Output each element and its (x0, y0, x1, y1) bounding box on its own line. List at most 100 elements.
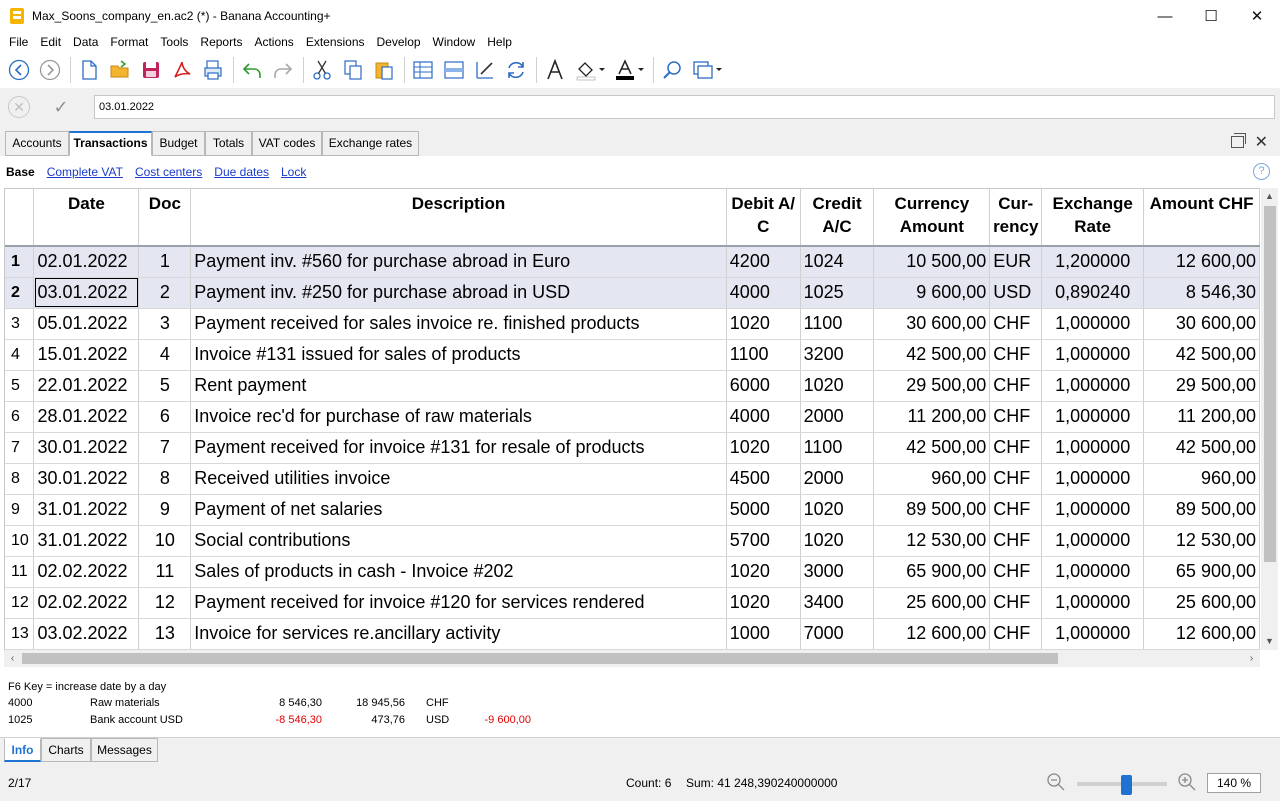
credit-account-cell[interactable]: 1020 (800, 494, 875, 526)
exchange-rate-cell[interactable]: 1,000000 (1041, 463, 1145, 495)
debit-account-cell[interactable]: 6000 (726, 370, 801, 402)
description-cell[interactable]: Social contributions (190, 525, 727, 557)
credit-account-cell[interactable]: 3000 (800, 556, 875, 588)
tab-vat-codes[interactable]: VAT codes (252, 131, 322, 156)
currency-cell[interactable]: CHF (989, 308, 1043, 340)
currency-amount-cell[interactable]: 42 500,00 (873, 432, 991, 464)
debit-account-cell[interactable]: 1020 (726, 432, 801, 464)
close-button[interactable]: ✕ (1234, 0, 1280, 32)
currency-cell[interactable]: CHF (989, 432, 1043, 464)
amount-chf-cell[interactable]: 11 200,00 (1143, 401, 1260, 433)
debit-account-cell[interactable]: 4000 (726, 277, 801, 309)
credit-account-cell[interactable]: 2000 (800, 401, 875, 433)
recalculate-button[interactable] (503, 57, 529, 83)
table-row[interactable]: 12 02.02.2022 12 Payment received for invoi… (5, 587, 1260, 619)
description-cell[interactable]: Payment received for invoice #131 for re… (190, 432, 727, 464)
cut-button[interactable] (309, 57, 335, 83)
amount-chf-cell[interactable]: 30 600,00 (1143, 308, 1260, 340)
currency-cell[interactable]: CHF (989, 494, 1043, 526)
credit-account-cell[interactable]: 1020 (800, 370, 875, 402)
description-cell[interactable]: Rent payment (190, 370, 727, 402)
date-cell[interactable]: 03.02.2022 (33, 618, 140, 650)
currency-amount-cell[interactable]: 12 600,00 (873, 618, 991, 650)
cell-editor-input[interactable]: 03.01.2022 (94, 95, 1275, 119)
view-due-dates[interactable]: Due dates (214, 165, 269, 179)
date-cell[interactable]: 02.02.2022 (33, 587, 140, 619)
description-cell[interactable]: Payment inv. #250 for purchase abroad in… (190, 277, 727, 309)
doc-cell[interactable]: 10 (138, 525, 192, 557)
font-button[interactable] (542, 57, 568, 83)
doc-cell[interactable]: 4 (138, 339, 192, 371)
column-header-credit[interactable]: Credit A/C (800, 189, 875, 247)
doc-cell[interactable]: 6 (138, 401, 192, 433)
close-icon[interactable]: ✕ (1255, 132, 1268, 152)
exchange-rate-cell[interactable]: 1,000000 (1041, 432, 1145, 464)
table-row[interactable]: 6 28.01.2022 6 Invoice rec'd for purchase o… (5, 401, 1260, 433)
credit-account-cell[interactable]: 3400 (800, 587, 875, 619)
credit-account-cell[interactable]: 1024 (800, 246, 875, 278)
debit-account-cell[interactable]: 1020 (726, 587, 801, 619)
doc-cell[interactable]: 5 (138, 370, 192, 402)
amount-chf-cell[interactable]: 42 500,00 (1143, 432, 1260, 464)
debit-account-cell[interactable]: 1100 (726, 339, 801, 371)
save-button[interactable] (138, 57, 164, 83)
window-button[interactable] (690, 57, 724, 83)
tab-info[interactable]: Info (4, 738, 41, 762)
description-cell[interactable]: Received utilities invoice (190, 463, 727, 495)
scroll-right-icon[interactable]: › (1243, 650, 1260, 667)
table-row[interactable]: 13 03.02.2022 13 Invoice for services re.an… (5, 618, 1260, 650)
table-row[interactable]: 1 02.01.2022 1 Payment inv. #560 for purcha… (5, 246, 1260, 278)
maximize-button[interactable]: ☐ (1188, 0, 1234, 32)
column-header-debit[interactable]: Debit A/C (726, 189, 801, 247)
horizontal-scrollbar[interactable]: ‹ › (4, 650, 1260, 667)
date-cell[interactable]: 31.01.2022 (33, 525, 140, 557)
exchange-rate-cell[interactable]: 1,000000 (1041, 370, 1145, 402)
description-cell[interactable]: Sales of products in cash - Invoice #202 (190, 556, 727, 588)
date-cell[interactable]: 05.01.2022 (33, 308, 140, 340)
menu-format[interactable]: Format (104, 35, 154, 49)
debit-account-cell[interactable]: 1020 (726, 308, 801, 340)
tab-accounts[interactable]: Accounts (5, 131, 69, 156)
date-cell[interactable]: 02.02.2022 (33, 556, 140, 588)
date-cell[interactable]: 30.01.2022 (33, 432, 140, 464)
description-cell[interactable]: Payment received for sales invoice re. f… (190, 308, 727, 340)
menu-window[interactable]: Window (427, 35, 482, 49)
vertical-scrollbar[interactable]: ▲ ▼ (1261, 188, 1278, 650)
date-cell[interactable]: 28.01.2022 (33, 401, 140, 433)
table-row[interactable]: 2 03.01.2022 2 Payment inv. #250 for purcha… (5, 277, 1260, 309)
doc-cell[interactable]: 2 (138, 277, 192, 309)
description-cell[interactable]: Invoice rec'd for purchase of raw materi… (190, 401, 727, 433)
amount-chf-cell[interactable]: 65 900,00 (1143, 556, 1260, 588)
redo-button[interactable] (270, 57, 296, 83)
currency-cell[interactable]: CHF (989, 556, 1043, 588)
doc-cell[interactable]: 12 (138, 587, 192, 619)
tab-totals[interactable]: Totals (205, 131, 252, 156)
column-header-currency[interactable]: Cur-rency (989, 189, 1043, 247)
text-color-button[interactable] (612, 57, 646, 83)
currency-amount-cell[interactable]: 65 900,00 (873, 556, 991, 588)
date-cell[interactable]: 30.01.2022 (33, 463, 140, 495)
table-row[interactable]: 5 22.01.2022 5 Rent payment 6000 1020 29 500,0… (5, 370, 1260, 402)
date-cell[interactable]: 03.01.2022 (33, 277, 140, 309)
column-header-description[interactable]: Description (190, 189, 727, 247)
print-preview-button[interactable] (200, 57, 226, 83)
amount-chf-cell[interactable]: 960,00 (1143, 463, 1260, 495)
view-base[interactable]: Base (6, 165, 35, 179)
currency-amount-cell[interactable]: 29 500,00 (873, 370, 991, 402)
menu-actions[interactable]: Actions (248, 35, 299, 49)
column-header-doc[interactable]: Doc (138, 189, 192, 247)
currency-amount-cell[interactable]: 25 600,00 (873, 587, 991, 619)
debit-account-cell[interactable]: 1020 (726, 556, 801, 588)
debit-account-cell[interactable]: 4000 (726, 401, 801, 433)
currency-cell[interactable]: CHF (989, 339, 1043, 371)
currency-cell[interactable]: CHF (989, 525, 1043, 557)
debit-account-cell[interactable]: 4500 (726, 463, 801, 495)
currency-amount-cell[interactable]: 960,00 (873, 463, 991, 495)
doc-cell[interactable]: 7 (138, 432, 192, 464)
zoom-level[interactable]: 140 % (1207, 773, 1261, 793)
edit-rows-button[interactable] (472, 57, 498, 83)
date-cell[interactable]: 31.01.2022 (33, 494, 140, 526)
cancel-edit-button[interactable]: ✕ (8, 96, 30, 118)
exchange-rate-cell[interactable]: 1,000000 (1041, 587, 1145, 619)
menu-edit[interactable]: Edit (34, 35, 67, 49)
